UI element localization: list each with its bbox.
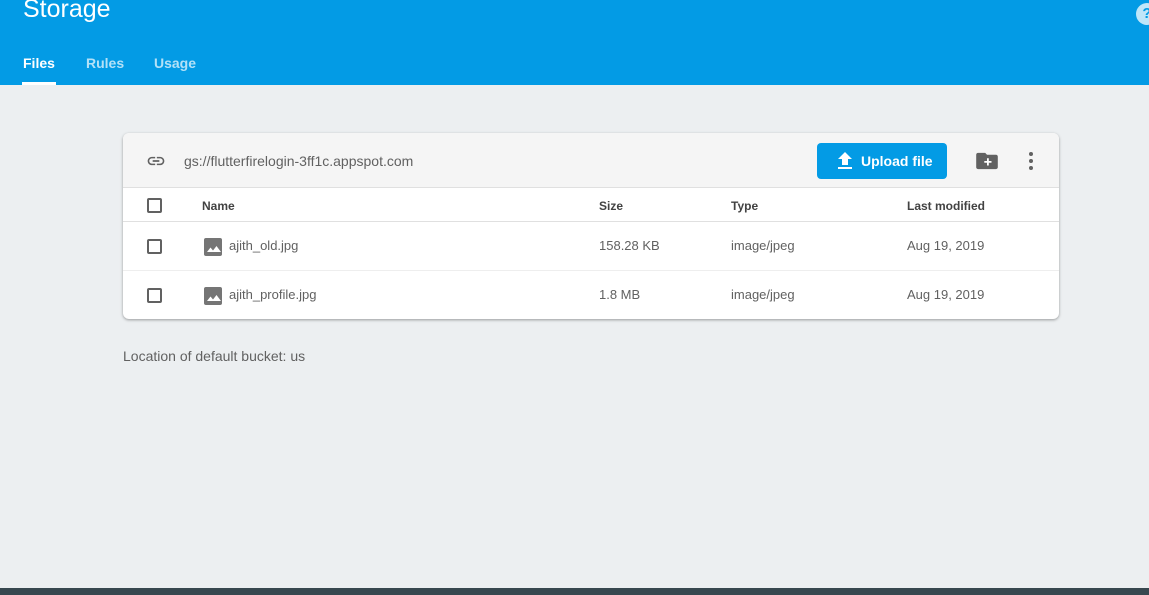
file-last-modified: Aug 19, 2019 — [907, 238, 985, 253]
create-new-folder-icon[interactable] — [976, 152, 998, 170]
column-header-size[interactable]: Size — [599, 199, 623, 213]
link-icon[interactable] — [145, 151, 167, 171]
table-row[interactable]: ajith_profile.jpg 1.8 MB image/jpeg Aug … — [123, 271, 1059, 319]
files-card: gs://flutterfirelogin-3ff1c.appspot.com … — [123, 133, 1059, 319]
upload-file-button[interactable]: Upload file — [817, 143, 947, 179]
column-header-name[interactable]: Name — [202, 199, 235, 213]
bucket-location-text: Location of default bucket: us — [123, 348, 306, 364]
help-icon[interactable]: ? — [1136, 3, 1149, 25]
file-size: 1.8 MB — [599, 287, 641, 302]
more-vert-icon[interactable] — [1025, 151, 1037, 171]
file-name[interactable]: ajith_old.jpg — [229, 238, 298, 253]
header-bar: Storage ? Files Rules Usage — [0, 0, 1149, 85]
image-icon — [204, 287, 222, 305]
tab-files[interactable]: Files — [23, 55, 55, 71]
tab-usage[interactable]: Usage — [154, 55, 196, 71]
row-checkbox[interactable] — [147, 239, 162, 254]
file-size: 158.28 KB — [599, 238, 660, 253]
file-name[interactable]: ajith_profile.jpg — [229, 287, 316, 302]
upload-icon — [838, 152, 852, 169]
active-tab-indicator — [22, 82, 56, 85]
bucket-path: gs://flutterfirelogin-3ff1c.appspot.com — [184, 153, 414, 169]
image-icon — [204, 238, 222, 256]
upload-file-label: Upload file — [861, 153, 933, 169]
select-all-checkbox[interactable] — [147, 198, 162, 213]
column-header-type[interactable]: Type — [731, 199, 758, 213]
tab-rules[interactable]: Rules — [86, 55, 124, 71]
file-type: image/jpeg — [731, 287, 795, 302]
table-header: Name Size Type Last modified — [123, 189, 1059, 222]
files-toolbar: gs://flutterfirelogin-3ff1c.appspot.com … — [123, 133, 1059, 188]
page-title: Storage — [23, 0, 111, 23]
table-row[interactable]: ajith_old.jpg 158.28 KB image/jpeg Aug 1… — [123, 222, 1059, 271]
file-type: image/jpeg — [731, 238, 795, 253]
footer-bar — [0, 588, 1149, 595]
file-last-modified: Aug 19, 2019 — [907, 287, 985, 302]
row-checkbox[interactable] — [147, 288, 162, 303]
column-header-last-modified[interactable]: Last modified — [907, 199, 985, 213]
